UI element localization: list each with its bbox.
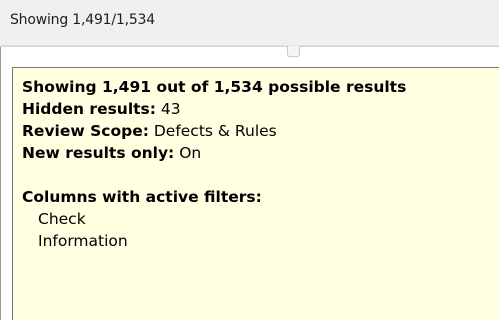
filter-column-item: Information (38, 232, 128, 250)
active-filters-heading: Columns with active filters: (22, 188, 262, 206)
filter-column-item: Check (38, 210, 86, 228)
results-count-label: Showing 1,491/1,534 (10, 12, 155, 28)
results-status-bar[interactable]: Showing 1,491/1,534 (0, 0, 499, 46)
review-scope-row: Review Scope: Defects & Rules (22, 121, 277, 141)
review-scope-label: Review Scope: (22, 122, 149, 140)
new-results-value: On (179, 144, 202, 162)
panel-border (0, 47, 1, 320)
hidden-results-value: 43 (160, 100, 181, 118)
review-scope-value: Defects & Rules (153, 122, 277, 140)
divider (0, 46, 499, 47)
hidden-results-label: Hidden results: (22, 100, 156, 118)
hidden-results-row: Hidden results: 43 (22, 99, 181, 119)
new-results-row: New results only: On (22, 143, 201, 163)
results-tooltip: Showing 1,491 out of 1,534 possible resu… (12, 67, 499, 320)
tooltip-heading: Showing 1,491 out of 1,534 possible resu… (22, 78, 407, 96)
new-results-label: New results only: (22, 144, 175, 162)
panel-splitter-handle[interactable] (287, 46, 300, 57)
